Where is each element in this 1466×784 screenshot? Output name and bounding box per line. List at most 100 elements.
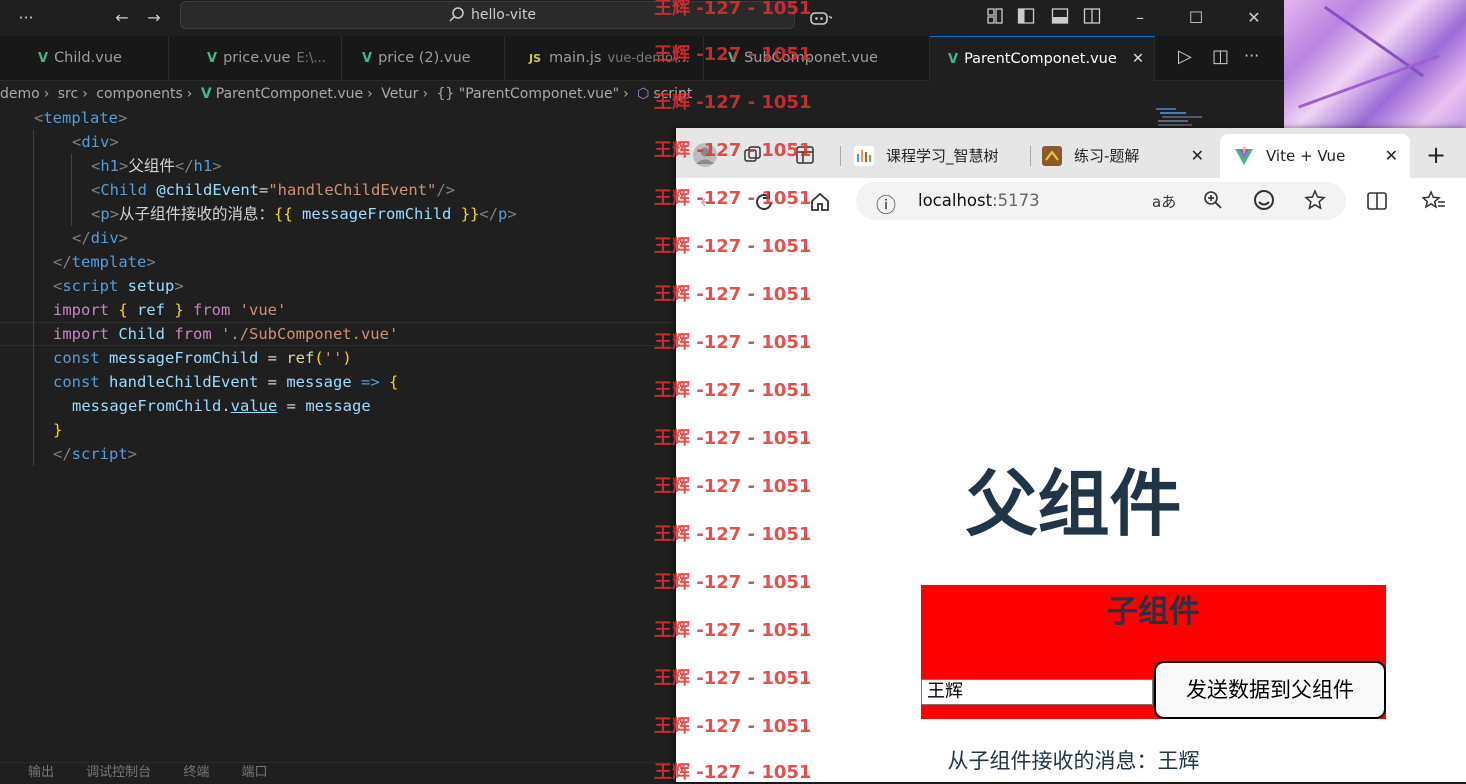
window-maximize-button[interactable]: ☐: [1184, 6, 1208, 30]
send-to-parent-button[interactable]: 发送数据到父组件: [1154, 661, 1386, 719]
token: >: [127, 445, 138, 463]
wallpaper-stroke: [1298, 54, 1440, 109]
watermark-text: 王辉 -127 - 1051: [654, 668, 812, 689]
breadcrumb-item[interactable]: Vetur: [381, 86, 418, 102]
token: setup: [118, 277, 175, 295]
new-tab-button[interactable]: +: [1426, 142, 1446, 168]
browser-tab-vite-vue[interactable]: Vite + Vue ✕: [1220, 134, 1410, 178]
token: script: [62, 277, 119, 295]
read-aloud-icon[interactable]: aあ: [1152, 191, 1176, 212]
token: =: [259, 181, 269, 199]
breadcrumb-item[interactable]: {} "ParentComponet.vue": [437, 86, 620, 102]
token: message: [286, 373, 352, 391]
split-screen-icon[interactable]: [1366, 190, 1394, 214]
breadcrumb-separator: ›: [623, 86, 629, 102]
watermark-text: 王辉 -127 - 1051: [654, 236, 812, 257]
browser-tab-label: Vite + Vue: [1266, 147, 1346, 165]
indent-guide: [33, 130, 34, 466]
vite-favicon: [1234, 146, 1254, 166]
split-editor-icon[interactable]: ◫: [1212, 46, 1229, 67]
window-minimize-button[interactable]: –: [1128, 6, 1152, 30]
tab-child-vue[interactable]: V Child.vue: [0, 36, 169, 80]
tab-price-vue[interactable]: Vprice.vue E:\...: [169, 36, 342, 80]
zoom-icon[interactable]: [1202, 189, 1224, 211]
token: h1: [193, 157, 213, 175]
edge-copilot-icon[interactable]: [1253, 189, 1275, 211]
token: <: [72, 133, 82, 151]
forward-arrow-icon[interactable]: →: [142, 6, 166, 30]
token: p: [498, 205, 508, 223]
token: <: [34, 109, 44, 127]
token: >: [109, 205, 120, 223]
favorite-star-icon[interactable]: [1304, 189, 1326, 211]
breadcrumb-item[interactable]: ParentComponet.vue: [216, 86, 363, 102]
code-line-5: <p>从子组件接收的消息：{{ messageFromChild }}</p>: [91, 202, 517, 226]
window-close-button[interactable]: ✕: [1242, 6, 1266, 30]
breadcrumb-item[interactable]: demo: [0, 86, 40, 102]
token: "handleChildEvent": [268, 181, 437, 199]
home-icon[interactable]: [808, 190, 836, 214]
address-bar[interactable]: ⓘ localhost:5173 aあ: [856, 182, 1346, 220]
token: import: [53, 301, 109, 319]
toggle-panel-icon[interactable]: [1050, 6, 1074, 30]
copilot-icon[interactable]: [808, 6, 832, 30]
code-line-12: const handleChildEvent = message => {: [53, 370, 398, 394]
toggle-sidebar-icon[interactable]: [1016, 6, 1040, 30]
token: div: [90, 229, 119, 247]
token: .: [221, 397, 231, 415]
child-component-title: 子组件: [1107, 594, 1200, 630]
breadcrumb-item[interactable]: components: [96, 86, 183, 102]
token: {: [388, 373, 399, 391]
token: <: [91, 181, 101, 199]
browser-tab-zhihuishu[interactable]: 课程学习_智慧树: [848, 134, 1026, 178]
code-editor[interactable]: <template> <div> <h1>父组件</h1> <Child @ch…: [0, 106, 676, 761]
panel-tab-ports[interactable]: 端口: [241, 765, 267, 780]
tab-price-2-vue[interactable]: Vprice (2).vue: [342, 36, 505, 80]
back-arrow-icon[interactable]: ←: [110, 6, 134, 30]
watermark-text: 王辉 -127 - 1051: [654, 284, 812, 305]
watermark-text: 王辉 -127 - 1051: [654, 92, 812, 113]
code-line-9: import { ref } from 'vue': [53, 298, 286, 322]
vue-file-icon: V: [948, 52, 959, 67]
favorites-icon[interactable]: [1422, 190, 1450, 214]
breadcrumb-item[interactable]: src: [58, 86, 78, 102]
token: handleChildEvent: [99, 373, 268, 391]
vue-file-icon: V: [200, 86, 212, 102]
token: <: [53, 277, 63, 295]
vue-file-icon: V: [207, 51, 218, 66]
tab-label: main.js: [549, 50, 602, 66]
browser-tab-exercise[interactable]: 练习-题解 ✕: [1036, 134, 1216, 178]
more-actions-icon[interactable]: ···: [1244, 46, 1259, 65]
editor-tab-bar: V Child.vue Vprice.vue E:\... Vprice (2).v…: [0, 36, 1284, 81]
close-tab-icon[interactable]: ✕: [1191, 134, 1204, 178]
watermark-text: 王辉 -127 - 1051: [654, 380, 812, 401]
tab-parentcomponet-vue[interactable]: V ParentComponet.vue ✕: [930, 36, 1155, 81]
close-tab-icon[interactable]: ✕: [1132, 37, 1144, 81]
message-input[interactable]: [921, 679, 1153, 705]
token: from: [174, 325, 212, 343]
vscode-titlebar: ··· ← → hello-vite – ☐ ✕: [0, 0, 1284, 36]
toggle-secondary-sidebar-icon[interactable]: [1082, 6, 1106, 30]
panel-tab-bar: 输出 调试控制台 终端 端口: [0, 762, 676, 783]
layout-customize-icon[interactable]: [985, 6, 1009, 30]
tab-divider: [840, 146, 841, 166]
indent-guide: [71, 154, 72, 226]
token: div: [81, 133, 110, 151]
token: const: [53, 349, 100, 367]
panel-tab-output[interactable]: 输出: [28, 765, 54, 780]
token: Child: [100, 181, 148, 199]
more-icon[interactable]: ···: [14, 6, 38, 30]
run-icon[interactable]: ▷: [1178, 46, 1192, 67]
watermark-text: 王辉 -127 - 1051: [654, 0, 812, 19]
url-host: localhost: [918, 191, 993, 210]
close-tab-icon[interactable]: ✕: [1385, 134, 1398, 178]
panel-tab-debug-console[interactable]: 调试控制台: [86, 765, 151, 780]
token: >: [118, 229, 129, 247]
panel-tab-terminal[interactable]: 终端: [183, 765, 209, 780]
token: }: [53, 421, 63, 439]
url-text[interactable]: localhost:5173: [918, 182, 1040, 220]
browser-tab-label: 课程学习_智慧树: [886, 147, 999, 165]
token: </: [53, 253, 72, 271]
site-info-icon[interactable]: ⓘ: [876, 189, 896, 218]
token: >: [119, 157, 129, 175]
